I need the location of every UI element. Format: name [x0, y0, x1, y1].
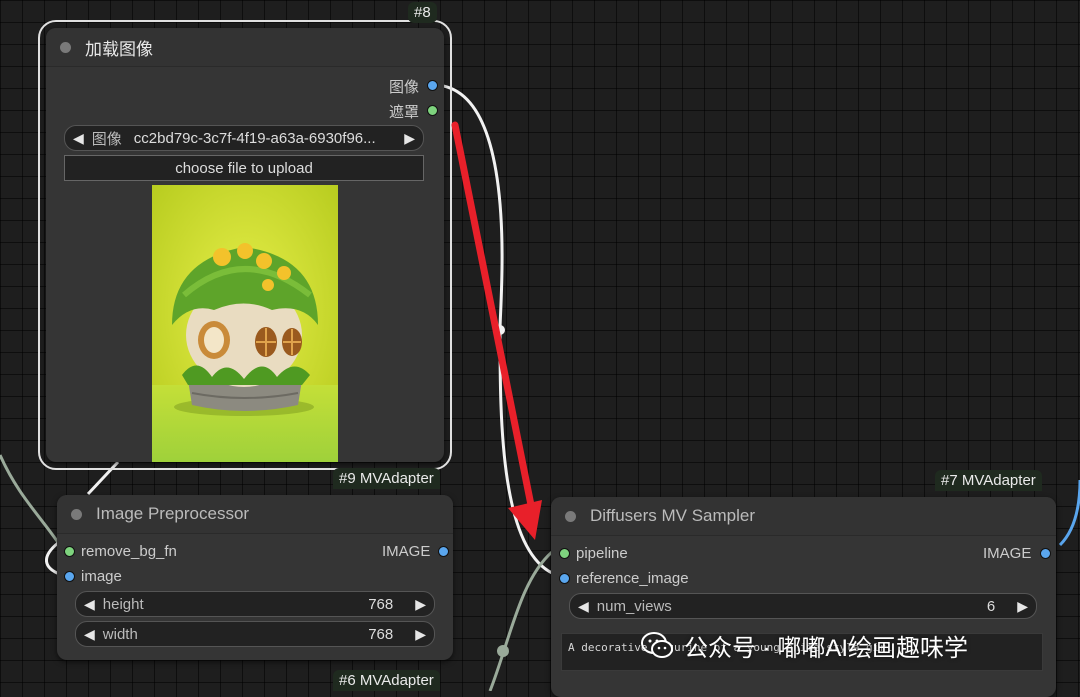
- node-badge-7: #7 MVAdapter: [935, 470, 1042, 491]
- output-image-pin[interactable]: [1040, 548, 1051, 559]
- red-arrow-shaft: [451, 121, 536, 514]
- decrement-arrow-icon[interactable]: ◀: [76, 596, 103, 613]
- wire-mask-to-preprocessor: [86, 460, 120, 496]
- height-value: 768: [368, 595, 394, 613]
- wire-reroute-dot-bottom: [497, 645, 509, 657]
- wire-image-to-sampler: [435, 83, 561, 578]
- image-select-widget[interactable]: ◀ 图像 cc2bd79c-3c7f-4f19-a63a-6930f96... …: [64, 125, 424, 151]
- output-mask-label: 遮罩: [389, 104, 420, 121]
- num-views-value: 6: [986, 597, 996, 615]
- node-title: Diffusers MV Sampler: [590, 506, 756, 525]
- image-preprocessor-node[interactable]: Image Preprocessor remove_bg_fn image IM…: [57, 495, 453, 660]
- diffusers-mv-sampler-node[interactable]: Diffusers MV Sampler pipeline reference_…: [551, 497, 1056, 697]
- num-views-label: num_views: [596, 597, 672, 615]
- collapse-dot-icon[interactable]: [60, 41, 71, 53]
- node-title-bar[interactable]: 加载图像: [46, 28, 444, 67]
- decrement-arrow-icon[interactable]: ◀: [76, 626, 103, 643]
- wire-pipeline-input: [488, 550, 553, 691]
- increment-arrow-icon[interactable]: ▶: [407, 626, 434, 643]
- choose-file-button[interactable]: choose file to upload: [64, 155, 424, 181]
- prev-arrow-icon[interactable]: ◀: [65, 130, 92, 147]
- height-widget[interactable]: ◀ height 768 ▶: [75, 591, 435, 617]
- node-id-badge: #8: [408, 2, 437, 23]
- wechat-icon: [641, 631, 673, 658]
- input-image-pin[interactable]: [64, 571, 75, 582]
- wire-right-output: [1058, 479, 1080, 547]
- input-remove-bg-label: remove_bg_fn: [81, 543, 177, 560]
- node-title: 加载图像: [85, 39, 153, 59]
- width-widget[interactable]: ◀ width 768 ▶: [75, 621, 435, 647]
- increment-arrow-icon[interactable]: ▶: [407, 596, 434, 613]
- decrement-arrow-icon[interactable]: ◀: [570, 598, 597, 615]
- node-title: Image Preprocessor: [96, 504, 250, 523]
- input-remove-bg-pin[interactable]: [64, 546, 75, 557]
- node-title-bar[interactable]: Diffusers MV Sampler: [551, 497, 1056, 536]
- image-preview: [152, 185, 338, 462]
- wire-reroute-dot: [495, 325, 505, 335]
- node-title-bar[interactable]: Image Preprocessor: [57, 495, 453, 534]
- collapse-dot-icon[interactable]: [565, 510, 576, 522]
- input-image-label: image: [81, 568, 122, 585]
- width-label: width: [102, 625, 138, 643]
- load-image-node[interactable]: 加载图像 图像 遮罩 ◀ 图像 cc2bd79c-3c7f-4f19-a63a-…: [38, 20, 452, 470]
- image-widget-value: cc2bd79c-3c7f-4f19-a63a-6930f96...: [133, 129, 376, 147]
- num-views-widget[interactable]: ◀ num_views 6 ▶: [569, 593, 1037, 619]
- watermark: 公众号 · 嘟嘟AI绘画趣味学: [640, 628, 968, 663]
- height-label: height: [102, 595, 144, 613]
- image-widget-label: 图像: [91, 130, 122, 148]
- output-mask-pin[interactable]: [427, 105, 438, 116]
- width-value: 768: [368, 625, 394, 643]
- node-badge-9: #9 MVAdapter: [333, 468, 440, 489]
- input-pipeline-label: pipeline: [576, 545, 628, 562]
- red-arrow-head: [508, 500, 542, 540]
- output-image-label: IMAGE: [382, 543, 431, 560]
- input-reference-image-label: reference_image: [576, 570, 689, 587]
- input-reference-image-pin[interactable]: [559, 573, 570, 584]
- watermark-text: 公众号 · 嘟嘟AI绘画趣味学: [684, 635, 969, 662]
- next-arrow-icon[interactable]: ▶: [396, 130, 423, 147]
- input-pipeline-pin[interactable]: [559, 548, 570, 559]
- output-image-pin[interactable]: [427, 80, 438, 91]
- output-image-label: 图像: [389, 79, 420, 96]
- output-image-pin[interactable]: [438, 546, 449, 557]
- output-image-label: IMAGE: [983, 545, 1032, 562]
- node-badge-6: #6 MVAdapter: [333, 670, 440, 691]
- collapse-dot-icon[interactable]: [71, 508, 82, 520]
- increment-arrow-icon[interactable]: ▶: [1009, 598, 1036, 615]
